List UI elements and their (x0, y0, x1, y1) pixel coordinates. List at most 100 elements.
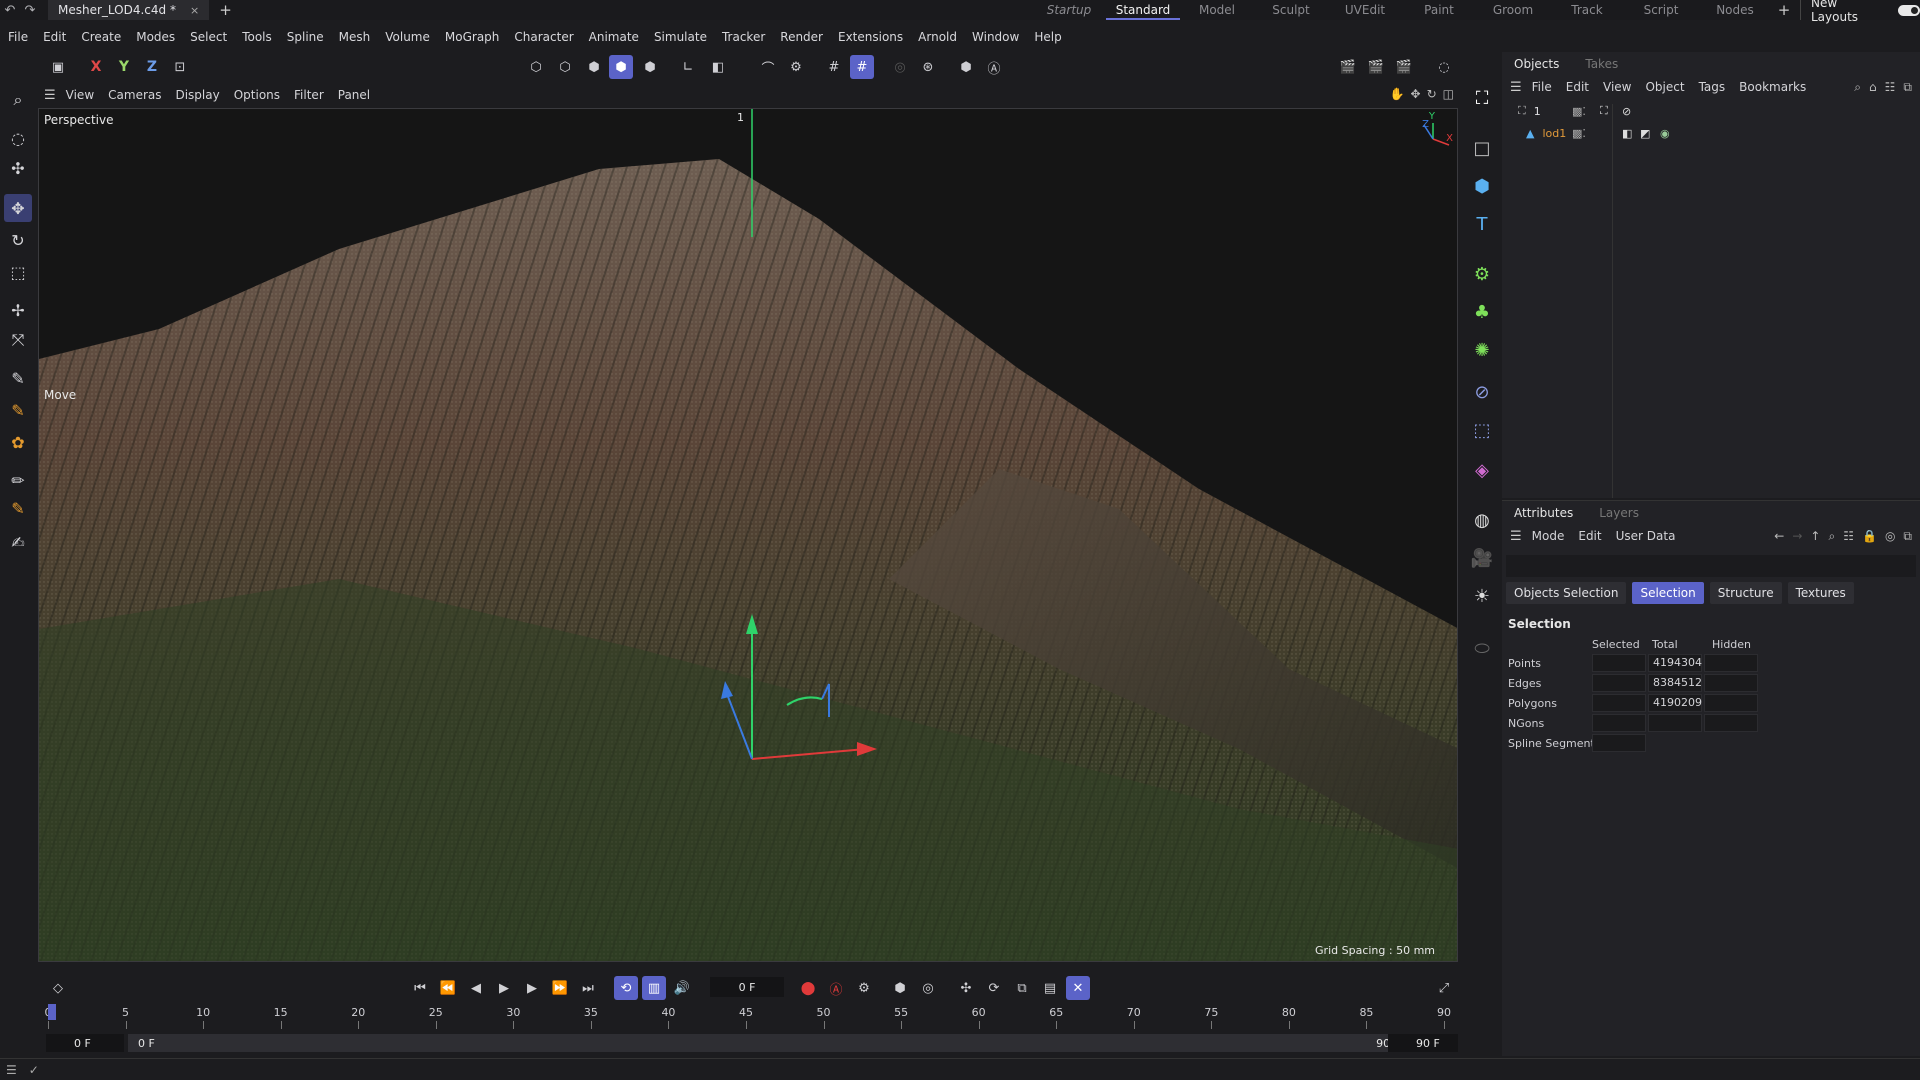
tab-objects[interactable]: Objects (1514, 57, 1559, 71)
transform-tool-icon[interactable]: ⤧ (4, 326, 32, 354)
go-to-start-icon[interactable]: ⏮ (408, 976, 432, 1000)
search-icon[interactable]: ⌕ (4, 86, 32, 114)
text-object-icon[interactable]: T (1468, 210, 1496, 238)
render-view-icon[interactable]: 🎬 (1336, 55, 1360, 79)
visibility-icon[interactable]: ▩⁚ (1572, 105, 1586, 118)
menu-tracker[interactable]: Tracker (722, 30, 765, 44)
viewport-menu-options[interactable]: Options (234, 88, 280, 102)
redo-icon[interactable]: ↷ (20, 3, 40, 18)
rotate-tool-icon[interactable]: ↻ (4, 226, 32, 254)
go-to-end-icon[interactable]: ⏭ (576, 976, 600, 1000)
coordinate-system-icon[interactable]: ⊡ (168, 55, 192, 79)
arnold-icon[interactable]: Ⓐ (982, 55, 1006, 79)
paint-tools-icon[interactable]: ✎ (4, 494, 32, 522)
model-mode-icon[interactable]: ⬢ (609, 55, 633, 79)
menu-animate[interactable]: Animate (589, 30, 639, 44)
uv-mode-icon[interactable]: ⬢ (638, 55, 662, 79)
timeline-editor-icon[interactable]: ⤢ (1432, 976, 1456, 1000)
layout-tab-standard[interactable]: Standard (1106, 0, 1180, 20)
soft-selection-icon[interactable]: ◎ (888, 55, 912, 79)
field-icon[interactable]: ⬚ (1468, 416, 1496, 444)
selection-tools-icon[interactable]: ✣ (4, 154, 32, 182)
menu-extensions[interactable]: Extensions (838, 30, 903, 44)
home-icon[interactable]: ⌂ (1869, 80, 1877, 95)
close-tab-icon[interactable]: × (190, 4, 199, 17)
timeline-ruler[interactable]: 051015202530354045505560657075808590 (45, 1006, 1452, 1030)
y-axis-lock-button[interactable]: Y (112, 55, 136, 79)
phong-tag-icon[interactable]: ◧ (1622, 127, 1632, 140)
deformer-icon[interactable]: ⊘ (1468, 378, 1496, 406)
record-parameter-icon[interactable]: ⟳ (982, 976, 1006, 1000)
objects-menu-edit[interactable]: Edit (1566, 80, 1589, 94)
menu-window[interactable]: Window (972, 30, 1019, 44)
menu-create[interactable]: Create (81, 30, 121, 44)
menu-help[interactable]: Help (1034, 30, 1061, 44)
cube-object-icon[interactable]: ⬢ (1468, 172, 1496, 200)
layout-tab-groom[interactable]: Groom (1476, 0, 1550, 20)
viewport-renderer-icon[interactable]: ◌ (1432, 55, 1456, 79)
lock-icon[interactable]: 🔒 (1862, 529, 1877, 544)
back-icon[interactable]: ← (1774, 529, 1784, 544)
toggle-layout-icon[interactable]: ◫ (1443, 87, 1454, 101)
layout-tab-track[interactable]: Track (1550, 0, 1624, 20)
layout-tab-paint[interactable]: Paint (1402, 0, 1476, 20)
sculpt-tools-icon[interactable]: ✍ (4, 528, 32, 556)
move-tool-icon[interactable]: ✥ (4, 194, 32, 222)
range-slider[interactable]: 0 F 90 F (128, 1034, 1422, 1052)
points-mode-icon[interactable]: ⬡ (524, 55, 548, 79)
scale-tool-icon[interactable]: ⬚ (4, 258, 32, 286)
menu-file[interactable]: File (8, 30, 28, 44)
z-axis-lock-button[interactable]: Z (140, 55, 164, 79)
previous-frame-icon[interactable]: ◀ (464, 976, 488, 1000)
viewport-menu-cameras[interactable]: Cameras (108, 88, 161, 102)
search-icon[interactable]: ⌕ (1854, 80, 1861, 95)
tag-icon[interactable]: ⛶ (1600, 104, 1608, 118)
menu-mesh[interactable]: Mesh (339, 30, 371, 44)
visibility-icon[interactable]: ▩⁚ (1572, 127, 1586, 140)
dolly-icon[interactable]: ✥ (1411, 87, 1421, 101)
record-pla-icon[interactable]: ⧉ (1010, 976, 1034, 1000)
snap-icon[interactable]: ⌒ (756, 55, 780, 79)
subtab-selection[interactable]: Selection (1632, 582, 1704, 604)
range-end-field[interactable]: 90 F (1388, 1034, 1458, 1052)
objects-menu-file[interactable]: File (1532, 80, 1552, 94)
menu-edit[interactable]: Edit (43, 30, 66, 44)
record-position-icon[interactable]: ⬢ (888, 976, 912, 1000)
menu-arnold[interactable]: Arnold (918, 30, 957, 44)
menu-character[interactable]: Character (514, 30, 573, 44)
material-icon[interactable]: ⬭ (1468, 634, 1496, 662)
texture-mode-icon[interactable]: ◧ (706, 55, 730, 79)
axis-mode-icon[interactable]: ∟ (676, 55, 700, 79)
volume-icon[interactable]: ◈ (1468, 456, 1496, 484)
search-icon[interactable]: ⌕ (1828, 529, 1835, 544)
menu-select[interactable]: Select (190, 30, 227, 44)
object-mode-icon[interactable]: ▣ (46, 55, 70, 79)
workplane-icon[interactable]: # (822, 55, 846, 79)
orbit-icon[interactable]: ↻ (1427, 87, 1437, 101)
layout-tab-sculpt[interactable]: Sculpt (1254, 0, 1328, 20)
layout-tab-uvedit[interactable]: UVEdit (1328, 0, 1402, 20)
grid-snap-icon[interactable]: # (850, 55, 874, 79)
objects-menu-view[interactable]: View (1603, 80, 1631, 94)
previous-key-icon[interactable]: ⏪ (436, 976, 460, 1000)
current-frame-field[interactable]: 0 F (710, 977, 784, 997)
record-rotation-icon[interactable]: ◎ (916, 976, 940, 1000)
generator-icon[interactable]: ⚙ (1468, 260, 1496, 288)
camera-label[interactable]: Perspective (44, 113, 114, 127)
layout-tab-model[interactable]: Model (1180, 0, 1254, 20)
preview-range-icon[interactable]: ▥ (642, 976, 666, 1000)
attributes-menu-edit[interactable]: Edit (1578, 529, 1601, 543)
snap-settings-icon[interactable]: ⚙ (784, 55, 808, 79)
menu-spline[interactable]: Spline (287, 30, 324, 44)
menu-volume[interactable]: Volume (385, 30, 430, 44)
filter-icon[interactable]: ☷ (1843, 529, 1854, 544)
material-tag-icon[interactable]: ◉ (1660, 127, 1670, 140)
next-frame-icon[interactable]: ▶ (520, 976, 544, 1000)
environment-icon[interactable]: ◍ (1468, 506, 1496, 534)
sound-icon[interactable]: 🔊 (670, 976, 694, 1000)
layout-tab-nodes[interactable]: Nodes (1698, 0, 1772, 20)
brush-icon[interactable]: ✏ (4, 466, 32, 494)
next-key-icon[interactable]: ⏩ (548, 976, 572, 1000)
objects-menu-bookmarks[interactable]: Bookmarks (1739, 80, 1806, 94)
loop-icon[interactable]: ⟲ (614, 976, 638, 1000)
